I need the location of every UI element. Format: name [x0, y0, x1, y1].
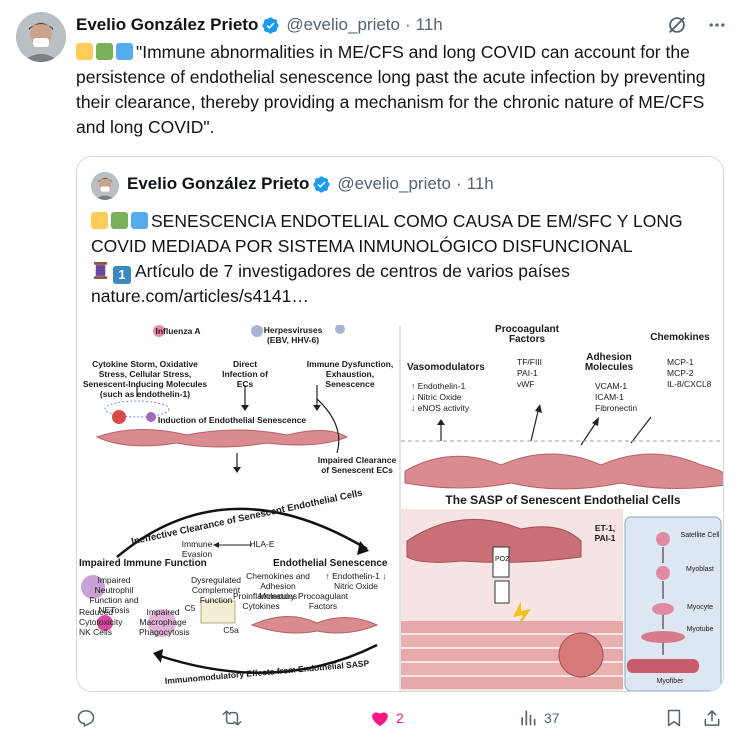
fig-procoag-item-3: vWF	[517, 379, 535, 389]
fig-chemokines-item-3: IL-8/CXCL8	[667, 379, 712, 389]
fig-procoag-item-1: TF/FIII	[517, 357, 543, 367]
repost-icon	[222, 710, 242, 726]
verified-badge-icon	[313, 175, 330, 193]
grok-icon	[669, 17, 685, 33]
post-body: "Immune abnormalities in ME/CFS and long…	[76, 42, 706, 137]
views-chart-icon	[521, 710, 536, 726]
fig-vaso-item-3: ↓ eNOS activity	[411, 403, 470, 413]
like-count: 2	[396, 710, 404, 726]
fig-chemokines-item-2: MCP-2	[667, 368, 694, 378]
fig-col2: Direct Infection of ECs	[222, 359, 268, 389]
fig-vasomodulators: Vasomodulators	[407, 362, 485, 373]
fig-adhesion-item-1: VCAM-1	[595, 381, 628, 391]
views-button[interactable]: 37	[518, 704, 560, 732]
repost-button[interactable]	[222, 704, 248, 732]
fig-chemokines-item-1: MCP-1	[667, 357, 694, 367]
fig-impaired-clearance: Impaired Clearance of Senescent ECs	[317, 455, 397, 475]
fig-myo-stage-3: Myocyte	[686, 604, 714, 611]
fig-endo-senescence: Endothelial Senescence	[273, 558, 388, 569]
fig-vaso-item-1: ↑ Endothelin-1	[411, 381, 466, 391]
fig-c5a: C5a	[223, 625, 239, 635]
fig-cytotox: Reduced Cytotoxicity NK Cells	[79, 607, 123, 637]
fig-induction: Induction of Endothelial Senescence	[157, 415, 307, 425]
fig-endothelin: ↑ Endothelin-1 ↓ Nitric Oxide	[325, 571, 387, 591]
bookmark-button[interactable]	[664, 704, 684, 732]
fig-col3: Immune Dysfunction, Exhaustion, Senescen…	[306, 359, 394, 389]
fig-virus-a: Influenza A	[155, 326, 201, 336]
quoted-author-name: Evelio González Prieto	[127, 174, 310, 193]
post-text: "Immune abnormalities in ME/CFS and long…	[76, 40, 726, 140]
more-dots-icon	[709, 23, 725, 27]
green-square-icon	[96, 43, 113, 60]
figure-right-panel: Vasomodulators ↑ Endothelin-1 ↓ Nitric O…	[399, 324, 723, 691]
grok-button[interactable]	[664, 12, 690, 38]
keycap-one-icon: 1	[113, 266, 131, 284]
fig-proinflammatory: Proinflammatory Cytokines	[233, 591, 295, 611]
fig-po2: PO2	[494, 556, 509, 563]
fig-myo-stage-4: Myotube	[686, 626, 714, 633]
fig-immune-evasion: Immune Evasion	[181, 539, 213, 559]
share-button[interactable]	[702, 704, 722, 732]
quoted-author-handle: @evelio_prieto	[337, 174, 451, 193]
fig-myo-stage-1: Satellite Cell	[680, 532, 720, 539]
quoted-link[interactable]: nature.com/articles/s4141…	[91, 286, 309, 306]
more-options-button[interactable]	[704, 12, 730, 38]
heart-icon	[372, 712, 388, 726]
yellow-square-icon	[91, 212, 108, 229]
fig-procoag-item-2: PAI-1	[517, 368, 538, 378]
post: Evelio González Prieto @evelio_prieto · …	[0, 0, 748, 742]
fig-procoag: Procoagulant Factors	[297, 591, 349, 611]
fig-sasp-title: The SASP of Senescent Endothelial Cells	[445, 493, 681, 507]
quoted-line1: SENESCENCIA ENDOTELIAL COMO CAUSA DE EM/…	[91, 211, 683, 256]
thread-spool-icon	[93, 261, 108, 280]
quoted-avatar	[91, 172, 119, 200]
fig-col1: Cytokine Storm, Oxidative Stress, Cellul…	[82, 359, 208, 399]
reply-icon	[77, 710, 95, 727]
fig-hla: HLA-E	[249, 539, 275, 549]
reply-button[interactable]	[76, 704, 102, 732]
fig-adhesion-item-3: Fibronectin	[595, 403, 638, 413]
green-square-icon	[111, 212, 128, 229]
separator: ·	[404, 15, 411, 34]
like-button[interactable]: 2	[370, 704, 404, 732]
blue-square-icon	[131, 212, 148, 229]
fig-c5: C5	[184, 603, 196, 613]
author-name[interactable]: Evelio González Prieto	[76, 15, 258, 35]
post-time[interactable]: 11h	[416, 15, 443, 35]
fig-myo-stage-2: Myoblast	[685, 566, 714, 573]
fig-macrophage: Impaired Macrophage Phagocytosis	[139, 607, 190, 637]
views-count: 37	[544, 710, 560, 726]
action-bar: 2 37	[76, 704, 728, 732]
quoted-header: Evelio González Prieto @evelio_prieto · …	[127, 174, 494, 194]
fig-vaso-item-2: ↓ Nitric Oxide	[411, 392, 462, 402]
quoted-line2: Artículo de 7 investigadores de centros …	[135, 261, 570, 281]
quoted-post-time: 11h	[466, 174, 494, 193]
avatar[interactable]	[16, 12, 66, 62]
yellow-square-icon	[76, 43, 93, 60]
verified-badge-icon	[262, 16, 279, 34]
share-icon	[704, 710, 720, 726]
quoted-post[interactable]: Evelio González Prieto @evelio_prieto · …	[76, 156, 724, 692]
fig-impaired-immune: Impaired Immune Function	[79, 558, 207, 569]
quoted-text: SENESCENCIA ENDOTELIAL COMO CAUSA DE EM/…	[91, 209, 711, 309]
fig-adhesion-item-2: ICAM-1	[595, 392, 624, 402]
figure-left-panel: Influenza A Herpesviruses (EBV, HHV-6) C…	[77, 325, 399, 691]
separator: ·	[455, 174, 462, 193]
fig-et1: ET-1, PAI-1	[594, 523, 616, 543]
avatar-image	[16, 12, 66, 62]
fig-chemokines-title: Chemokines	[650, 332, 710, 343]
fig-adhesion-title: Adhesion Molecules	[584, 352, 634, 373]
top-actions	[664, 12, 730, 38]
bookmark-icon	[667, 709, 681, 727]
article-figure[interactable]: Influenza A Herpesviruses (EBV, HHV-6) C…	[77, 324, 723, 691]
quoted-avatar-image	[91, 172, 119, 200]
fig-procoag-title: Procoagulant Factors	[495, 324, 559, 345]
fig-myo-stage-5: Myofiber	[656, 678, 684, 685]
post-header: Evelio González Prieto @evelio_prieto · …	[76, 12, 443, 38]
author-handle[interactable]: @evelio_prieto	[286, 15, 400, 35]
fig-virus-b: Herpesviruses (EBV, HHV-6)	[263, 325, 323, 345]
blue-square-icon	[116, 43, 133, 60]
